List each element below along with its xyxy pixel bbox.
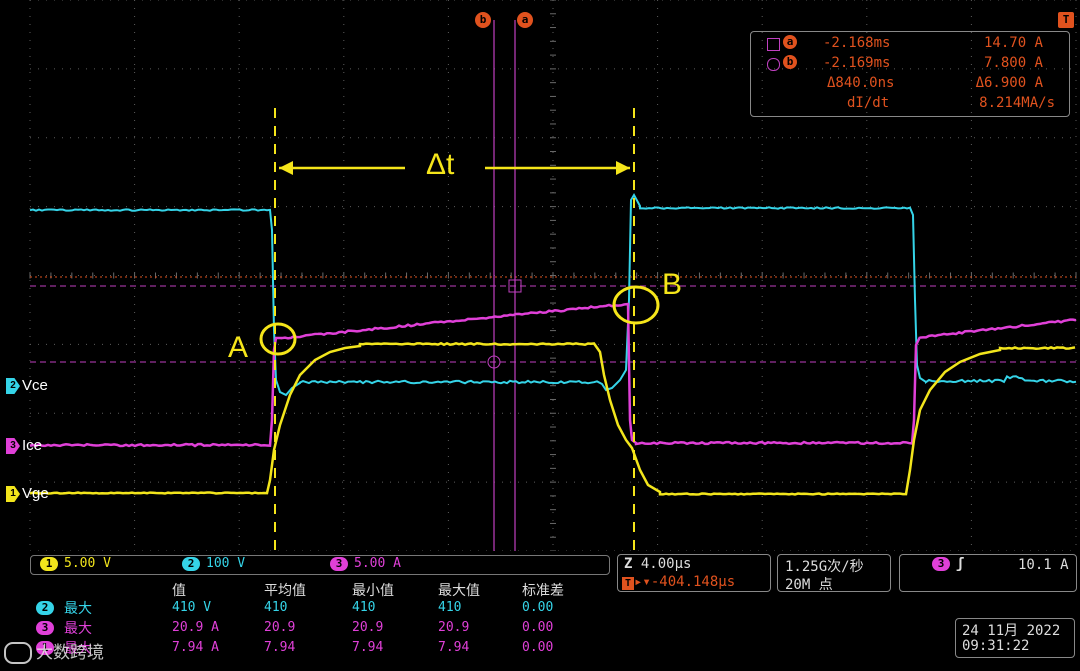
meas-header-max: 最大值: [438, 580, 480, 600]
trigger-arrow-icon: ▸▾: [634, 574, 651, 590]
meas-row-max: 410: [438, 600, 461, 615]
timebase-zoom-icon: Z: [624, 556, 632, 572]
cursor-a-square-icon: [767, 38, 780, 51]
meas-row-ch-tag: 3: [36, 621, 54, 635]
point-a-label: A: [228, 331, 248, 365]
ch1-label[interactable]: 1 Vge: [6, 485, 49, 502]
meas-row-label: 最大: [64, 618, 92, 638]
trigger-position-marker[interactable]: T: [1058, 12, 1074, 28]
ch3-position-marker[interactable]: 3: [6, 438, 20, 454]
oscilloscope-screen: b a T a b -2.168ms 14.70 A -2.169ms 7.80…: [0, 0, 1080, 671]
ch1-name: Vge: [22, 485, 49, 502]
cursor-a-top-marker[interactable]: a: [517, 12, 533, 28]
ch2-tag: 2: [182, 557, 200, 571]
sample-rate: 1.25G次/秒: [785, 556, 864, 576]
meas-row-max: 20.9: [438, 620, 469, 635]
meas-row-value: 7.94 A: [172, 640, 219, 655]
meas-row-value: 20.9 A: [172, 620, 219, 635]
cursor-b-time: -2.169ms: [823, 55, 890, 71]
meas-row-max: 7.94: [438, 640, 469, 655]
meas-row-mean: 20.9: [264, 620, 295, 635]
cursor-readout-panel: a b -2.168ms 14.70 A -2.169ms 7.800 A Δ8…: [750, 31, 1070, 117]
meas-row-mean: 7.94: [264, 640, 295, 655]
cursor-delta-time: Δ840.0ns: [827, 75, 894, 91]
meas-header-value: 值: [172, 580, 186, 600]
meas-header-std: 标准差: [522, 580, 564, 600]
trigger-t-icon: T: [622, 577, 634, 590]
ch2-position-marker[interactable]: 2: [6, 378, 20, 394]
ch1-tag: 1: [40, 557, 58, 571]
watermark: 大数跨境: [4, 638, 104, 664]
meas-row-std: 0.00: [522, 620, 553, 635]
meas-row-ch-tag: 2: [36, 601, 54, 615]
ch3-name: Ice: [22, 437, 42, 454]
cursor-delta-value: Δ6.900 A: [976, 75, 1043, 91]
ch3-scale-value: 5.00 A: [354, 556, 401, 571]
cursor-slope-value: 8.214MA/s: [979, 95, 1055, 111]
meas-row-min: 20.9: [352, 620, 383, 635]
cursor-b-readout-marker: b: [783, 55, 797, 69]
ch1-scale[interactable]: 1 5.00 V: [40, 556, 111, 571]
channel-scale-bar: [30, 555, 610, 575]
meas-row-min: 7.94: [352, 640, 383, 655]
horizontal-position: T ▸▾-404.148µs: [622, 574, 735, 590]
ch3-tag: 3: [330, 557, 348, 571]
watermark-logo-icon: [4, 642, 32, 664]
cursor-slope-label: dI/dt: [847, 95, 889, 111]
watermark-text: 大数跨境: [36, 643, 104, 663]
meas-row-std: 0.00: [522, 600, 553, 615]
meas-header-mean: 平均值: [264, 580, 306, 600]
point-b-label: B: [662, 268, 682, 302]
trigger-settings: 3ʃ: [932, 556, 964, 572]
ch3-label[interactable]: 3 Ice: [6, 437, 42, 454]
ch2-scale-value: 100 V: [206, 556, 245, 571]
ch2-label[interactable]: 2 Vce: [6, 377, 48, 394]
time-display: 09:31:22: [962, 638, 1029, 654]
rising-edge-icon: ʃ: [956, 556, 964, 572]
cursor-b-top-marker[interactable]: b: [475, 12, 491, 28]
cursor-b-circle-icon: [767, 58, 780, 71]
cursor-b-value: 7.800 A: [984, 55, 1043, 71]
trigger-level: 10.1 A: [1018, 557, 1069, 573]
meas-row-std: 0.00: [522, 640, 553, 655]
trigger-channel-tag: 3: [932, 557, 950, 571]
meas-row-min: 410: [352, 600, 375, 615]
ch1-position-marker[interactable]: 1: [6, 486, 20, 502]
meas-row-label: 最大: [64, 598, 92, 618]
meas-row-mean: 410: [264, 600, 287, 615]
cursor-a-value: 14.70 A: [984, 35, 1043, 51]
meas-row-value: 410 V: [172, 600, 211, 615]
date-display: 24 11月 2022: [962, 620, 1060, 640]
ch1-scale-value: 5.00 V: [64, 556, 111, 571]
cursor-a-readout-marker: a: [783, 35, 797, 49]
ch3-scale[interactable]: 3 5.00 A: [330, 556, 401, 571]
record-length: 20M 点: [785, 574, 833, 594]
meas-header-min: 最小值: [352, 580, 394, 600]
cursor-a-time: -2.168ms: [823, 35, 890, 51]
ch2-scale[interactable]: 2 100 V: [182, 556, 245, 571]
timebase-value: Z 4.00µs: [624, 556, 691, 572]
ch2-name: Vce: [22, 377, 48, 394]
delta-t-label: Δt: [426, 148, 454, 182]
